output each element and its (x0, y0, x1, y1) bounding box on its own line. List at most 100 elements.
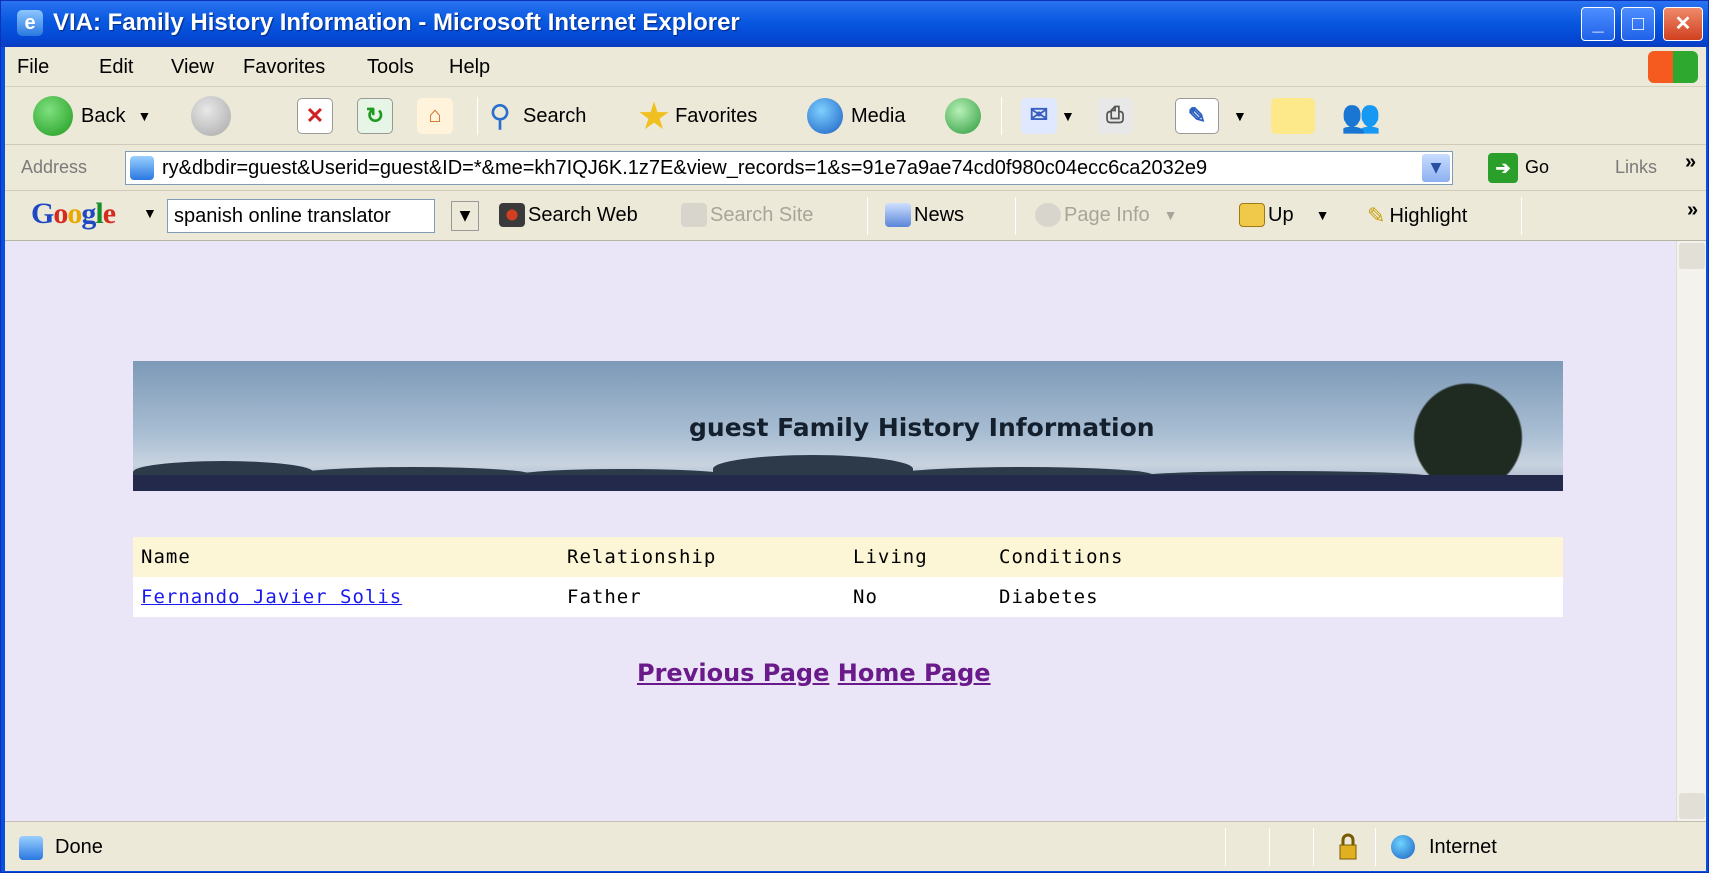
print-button[interactable]: ⎙ (1097, 96, 1133, 136)
refresh-icon: ↻ (357, 98, 393, 134)
back-button[interactable]: Back ▼ (33, 96, 151, 136)
page-info-button[interactable]: Page Info ▼ (1035, 203, 1177, 227)
search-site-icon (681, 203, 707, 227)
menu-view[interactable]: View (171, 56, 214, 79)
folder-up-icon (1239, 203, 1265, 227)
history-icon (945, 98, 981, 134)
cell-living: No (845, 577, 991, 617)
page-icon (130, 156, 154, 180)
favorites-button[interactable]: ★ Favorites (637, 95, 757, 138)
star-icon: ★ (637, 95, 672, 138)
media-button[interactable]: Media (807, 96, 905, 136)
google-search-input[interactable]: spanish online translator (167, 199, 435, 233)
tree-image (1393, 377, 1543, 487)
window-title: VIA: Family History Information - Micros… (53, 9, 740, 36)
menu-edit[interactable]: Edit (99, 56, 133, 79)
browser-window: e VIA: Family History Information - Micr… (0, 0, 1709, 873)
security-zone-text: Internet (1429, 836, 1497, 858)
forward-button[interactable] (191, 96, 231, 136)
forward-arrow-icon (191, 96, 231, 136)
table-header-row: Name Relationship Living Conditions (133, 537, 1563, 577)
menu-tools[interactable]: Tools (367, 56, 414, 79)
table-row: Fernando Javier Solis Father No Diabetes (133, 577, 1563, 617)
edit-button[interactable]: ✎ ▼ (1175, 96, 1247, 136)
google-toolbar-chevron-icon[interactable]: » (1687, 199, 1698, 222)
up-dropdown-icon[interactable]: ▼ (1316, 207, 1330, 223)
cell-conditions: Diabetes (991, 577, 1563, 617)
stop-icon: ✕ (297, 98, 333, 134)
home-page-link[interactable]: Home Page (838, 659, 991, 687)
previous-page-link[interactable]: Previous Page (637, 659, 829, 687)
search-button[interactable]: ⚲ Search (489, 96, 586, 136)
info-icon (1035, 203, 1061, 227)
back-arrow-icon (33, 96, 73, 136)
binoculars-icon (499, 203, 525, 227)
back-dropdown-icon[interactable]: ▼ (137, 108, 151, 124)
header-relationship: Relationship (559, 537, 845, 577)
refresh-button[interactable]: ↻ (357, 96, 393, 136)
news-icon (885, 203, 911, 227)
address-url[interactable]: ry&dbdir=guest&Userid=guest&ID=*&me=kh7I… (162, 157, 1402, 180)
media-globe-icon (807, 98, 843, 134)
maximize-button[interactable]: □ (1621, 7, 1655, 41)
relative-name-link[interactable]: Fernando Javier Solis (141, 586, 402, 608)
search-web-button[interactable]: Search Web (499, 203, 638, 227)
edit-page-icon: ✎ (1175, 98, 1219, 134)
stop-button[interactable]: ✕ (297, 96, 333, 136)
status-bar: Done Internet (5, 821, 1706, 871)
history-button[interactable] (945, 96, 981, 136)
lock-icon (1339, 833, 1357, 860)
page-viewport: guest Family History Information Name Re… (5, 241, 1706, 821)
menu-favorites[interactable]: Favorites (243, 56, 325, 79)
search-icon: ⚲ (489, 99, 511, 133)
mail-button[interactable]: ✉ ▼ (1021, 96, 1075, 136)
page-navigation: Previous Page Home Page (637, 659, 991, 687)
note-icon (1271, 98, 1315, 134)
print-icon: ⎙ (1097, 98, 1133, 134)
scroll-down-button[interactable] (1679, 793, 1705, 819)
messenger-icon: 👥 (1341, 98, 1381, 134)
home-button[interactable]: ⌂ (417, 96, 453, 136)
status-text: Done (55, 836, 103, 858)
windows-logo-icon (1648, 51, 1698, 83)
title-bar: e VIA: Family History Information - Micr… (1, 1, 1708, 47)
minimize-button[interactable]: _ (1581, 7, 1615, 41)
google-search-dropdown-icon[interactable]: ▼ (451, 201, 479, 231)
discuss-button[interactable] (1271, 96, 1315, 136)
google-toolbar: Google ▼ spanish online translator ▼ Sea… (5, 191, 1706, 241)
address-input[interactable]: ry&dbdir=guest&Userid=guest&ID=*&me=kh7I… (125, 151, 1453, 185)
go-button[interactable]: Go (1525, 157, 1549, 178)
scroll-up-button[interactable] (1679, 243, 1705, 269)
edit-dropdown-icon[interactable]: ▼ (1233, 108, 1247, 124)
google-menu-dropdown-icon[interactable]: ▼ (143, 205, 157, 221)
home-icon: ⌂ (417, 98, 453, 134)
links-button[interactable]: Links (1615, 157, 1657, 178)
family-history-table: Name Relationship Living Conditions Fern… (133, 537, 1563, 617)
highlighter-icon: ✎ (1367, 203, 1386, 228)
header-name: Name (133, 537, 559, 577)
up-button[interactable]: Up ▼ (1239, 203, 1329, 227)
messenger-button[interactable]: 👥 (1341, 96, 1381, 136)
header-living: Living (845, 537, 991, 577)
menu-file[interactable]: File (17, 56, 49, 79)
vertical-scrollbar[interactable] (1676, 241, 1706, 821)
page-banner: guest Family History Information (133, 361, 1563, 491)
mail-dropdown-icon[interactable]: ▼ (1061, 108, 1075, 124)
news-button[interactable]: News (885, 203, 964, 227)
ie-icon: e (17, 10, 43, 36)
go-arrow-icon[interactable]: ➔ (1488, 153, 1518, 183)
header-conditions: Conditions (991, 537, 1563, 577)
page-info-dropdown-icon[interactable]: ▼ (1164, 207, 1178, 223)
links-chevron-icon[interactable]: » (1685, 151, 1696, 174)
search-site-button[interactable]: Search Site (681, 203, 813, 227)
address-bar: Address ry&dbdir=guest&Userid=guest&ID=*… (5, 145, 1706, 191)
cell-relationship: Father (559, 577, 845, 617)
close-button[interactable]: ✕ (1663, 7, 1703, 41)
highlight-button[interactable]: ✎ Highlight (1367, 203, 1467, 229)
google-logo[interactable]: Google (31, 197, 116, 231)
menu-bar: File Edit View Favorites Tools Help (5, 47, 1706, 87)
address-dropdown-icon[interactable]: ▼ (1422, 154, 1450, 182)
address-label: Address (21, 157, 88, 177)
menu-help[interactable]: Help (449, 56, 490, 79)
standard-toolbar: Back ▼ ✕ ↻ ⌂ ⚲ Search ★ Favorites Media (5, 87, 1706, 145)
